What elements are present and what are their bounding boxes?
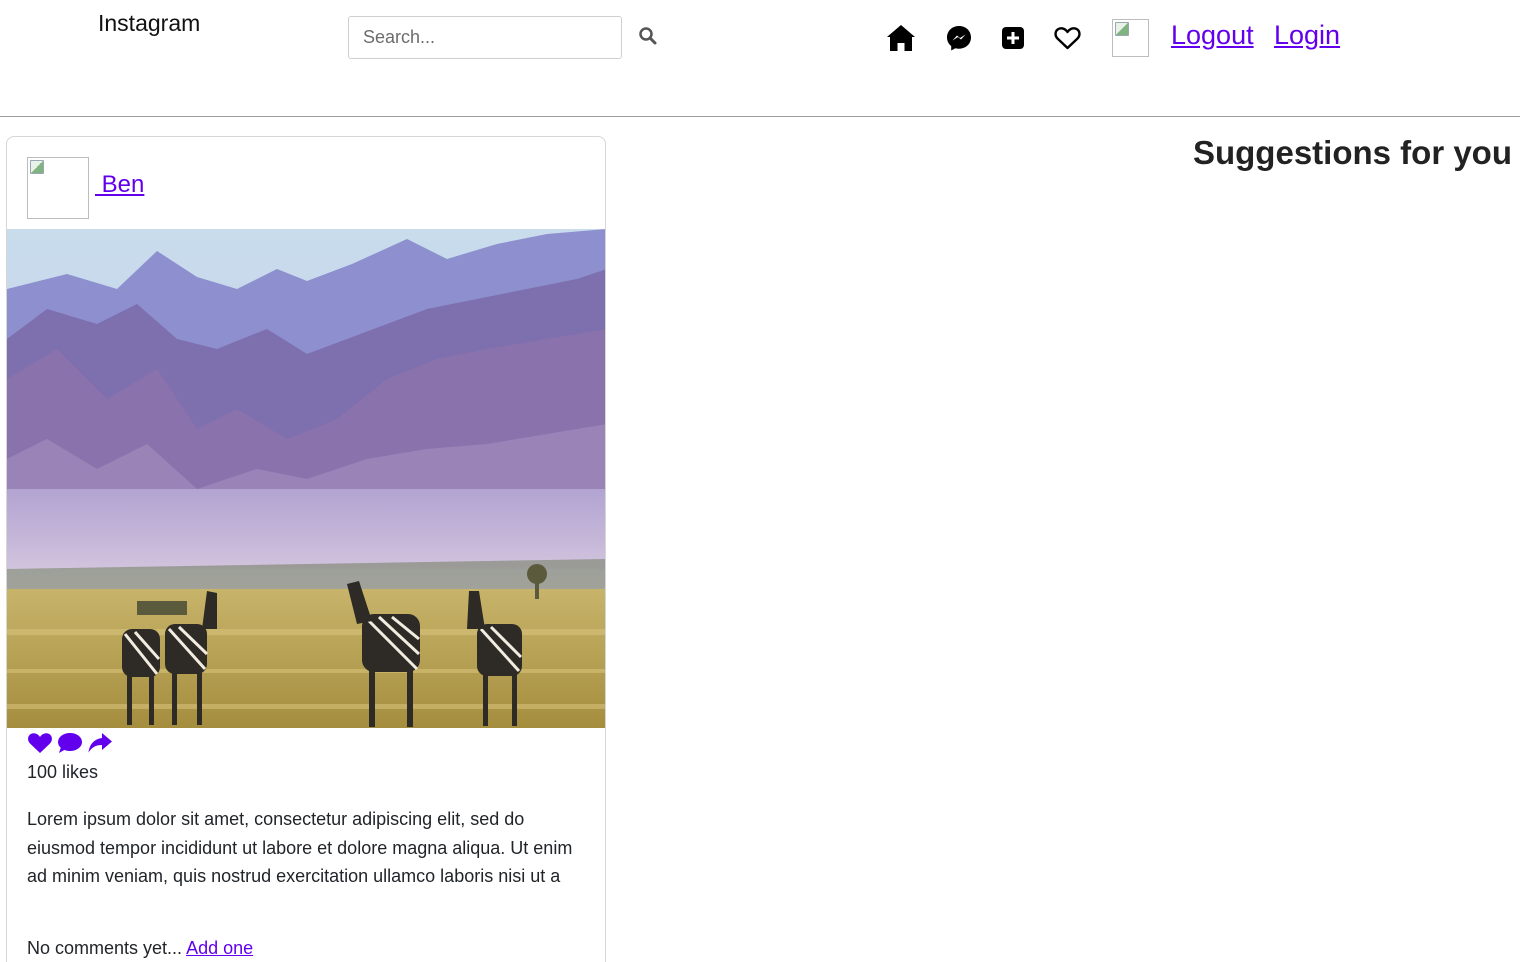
top-navbar: Instagram Logout Login (0, 0, 1520, 117)
home-icon[interactable] (886, 23, 916, 53)
login-link[interactable]: Login (1274, 20, 1340, 51)
like-icon[interactable] (26, 731, 54, 755)
post-caption: Lorem ipsum dolor sit amet, consectetur … (27, 809, 573, 886)
heart-icon[interactable] (1054, 23, 1081, 53)
comments-section: No comments yet... Add one (27, 938, 253, 959)
suggestions-heading: Suggestions for you (1192, 134, 1512, 171)
post-card: Ben 100 likes Lorem ipsum dolor sit amet… (6, 136, 606, 962)
messenger-icon[interactable] (945, 23, 973, 53)
post-actions (26, 731, 114, 755)
no-comments-text: No comments yet... (27, 938, 187, 958)
profile-avatar[interactable] (1112, 19, 1149, 57)
post-author-username[interactable]: Ben (95, 171, 145, 199)
post-image[interactable] (7, 229, 606, 728)
logout-link[interactable]: Logout (1171, 20, 1254, 51)
share-icon[interactable] (86, 731, 114, 755)
post-author-avatar[interactable] (27, 157, 89, 219)
add-comment-link[interactable]: Add one (186, 938, 253, 958)
search-icon[interactable] (638, 26, 658, 46)
search-form (348, 16, 622, 59)
add-post-icon[interactable] (1001, 23, 1025, 53)
brand-logo[interactable]: Instagram (98, 10, 200, 37)
broken-image-icon (1115, 22, 1129, 36)
broken-image-icon (30, 160, 44, 174)
search-input[interactable] (348, 16, 622, 59)
comment-icon[interactable] (56, 731, 84, 755)
likes-count: 100 likes (27, 762, 99, 782)
